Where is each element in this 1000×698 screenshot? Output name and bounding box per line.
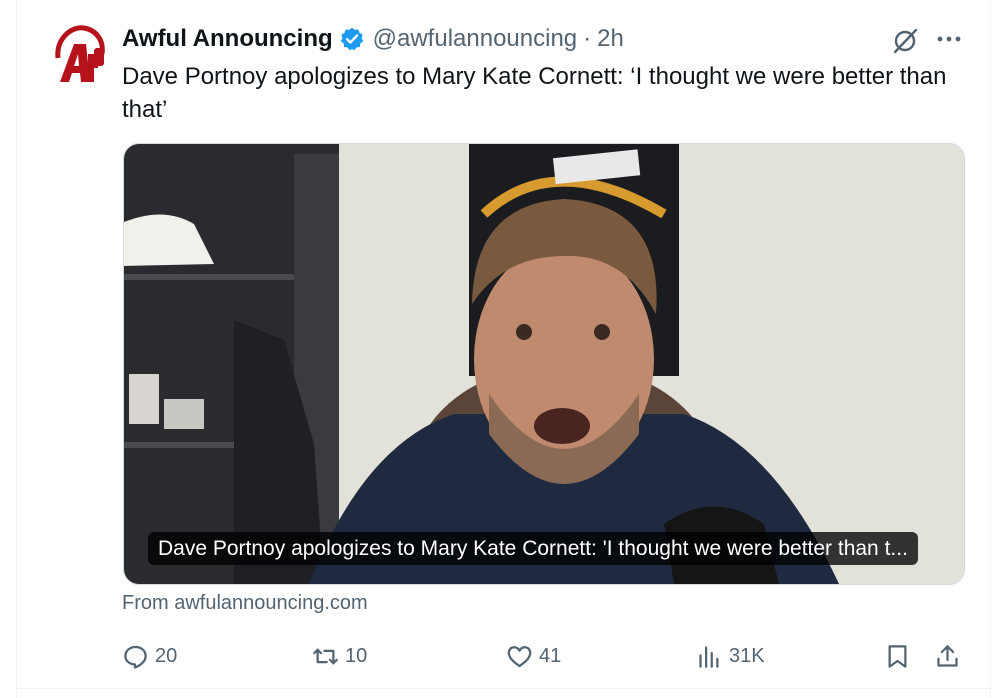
frame-left-border — [16, 0, 17, 698]
video-caption: Dave Portnoy apologizes to Mary Kate Cor… — [148, 532, 918, 565]
frame-right-border — [990, 0, 991, 698]
video-thumbnail — [124, 144, 964, 584]
reply-icon — [124, 645, 147, 669]
separator-dot: · — [583, 25, 592, 52]
retweet-count: 10 — [345, 644, 368, 667]
share-button[interactable] — [934, 636, 967, 676]
retweet-button[interactable]: 10 — [312, 636, 367, 676]
heart-icon — [507, 645, 532, 667]
like-button[interactable]: 41 — [506, 636, 561, 676]
bookmark-icon — [888, 644, 907, 668]
link-source[interactable]: From awfulannouncing.com — [122, 592, 368, 615]
timestamp[interactable]: 2h — [597, 25, 624, 53]
views-icon — [699, 645, 719, 668]
tweet-header: Awful Announcing @awfulannouncing · 2h — [122, 22, 624, 56]
more-icon[interactable] — [934, 26, 964, 56]
handle[interactable]: @awfulannouncing — [373, 25, 578, 53]
bookmark-button[interactable] — [884, 636, 917, 676]
verified-badge-icon[interactable] — [339, 26, 365, 52]
reply-count: 20 — [155, 644, 178, 667]
awful-announcing-logo — [55, 25, 105, 82]
like-count: 41 — [539, 644, 562, 667]
tweet-text: Dave Portnoy apologizes to Mary Kate Cor… — [122, 63, 947, 123]
views-button[interactable]: 31K — [696, 636, 765, 676]
retweet-icon — [313, 648, 338, 664]
media-card[interactable]: Dave Portnoy apologizes to Mary Kate Cor… — [123, 143, 965, 585]
avatar[interactable] — [50, 24, 106, 86]
views-count: 31K — [729, 644, 765, 667]
share-icon — [937, 644, 958, 667]
frame-bottom-border — [16, 688, 991, 689]
display-name[interactable]: Awful Announcing — [122, 25, 333, 53]
action-bar: 20 10 41 31K — [122, 636, 968, 676]
grok-icon[interactable] — [890, 26, 920, 56]
reply-button[interactable]: 20 — [122, 636, 177, 676]
